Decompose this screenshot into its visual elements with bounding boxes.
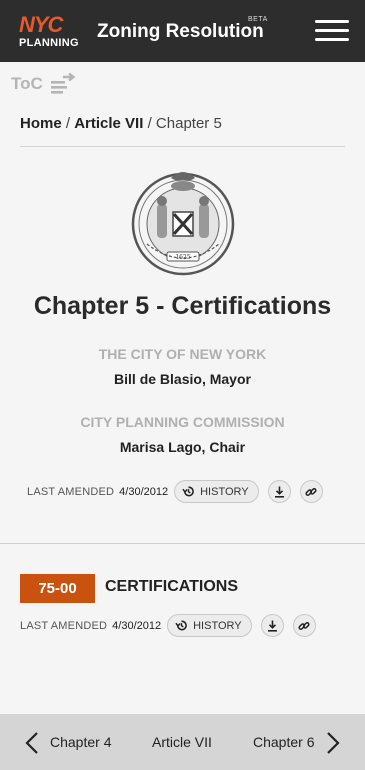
chevron-left-icon[interactable] xyxy=(24,731,40,755)
history-label: HISTORY xyxy=(200,485,249,498)
last-amended-date: 4/30/2012 xyxy=(112,619,162,632)
section-amend-row: LAST AMENDED 4/30/2012 HISTORY xyxy=(20,614,316,637)
last-amended-label: LAST AMENDED xyxy=(20,619,108,632)
next-chapter-link[interactable]: Chapter 6 xyxy=(253,734,314,750)
divider xyxy=(0,543,365,544)
logo-nyc-text: NYC xyxy=(19,12,63,37)
breadcrumb-current: Chapter 5 xyxy=(155,115,222,132)
beta-badge: BETA xyxy=(248,16,268,23)
download-icon xyxy=(274,486,284,498)
toc-toggle-icon xyxy=(50,73,76,94)
prev-chapter-link[interactable]: Chapter 4 xyxy=(50,734,111,750)
history-icon xyxy=(182,486,195,497)
app-header: NYC PLANNING Zoning Resolution BETA xyxy=(0,0,365,62)
link-icon xyxy=(305,487,317,496)
breadcrumb-home[interactable]: Home xyxy=(20,115,62,132)
hamburger-icon[interactable] xyxy=(315,20,349,42)
history-icon xyxy=(175,620,188,631)
section-title: CERTIFICATIONS xyxy=(105,578,239,595)
breadcrumb-separator: / xyxy=(147,115,152,132)
last-amended-label: LAST AMENDED xyxy=(27,485,115,498)
mayor-name: Bill de Blasio, Mayor xyxy=(114,371,251,387)
history-button[interactable]: HISTORY xyxy=(167,614,252,637)
copy-link-button[interactable] xyxy=(299,480,323,503)
breadcrumb-article[interactable]: Article VII xyxy=(74,115,143,132)
download-button[interactable] xyxy=(260,614,284,637)
history-label: HISTORY xyxy=(193,619,242,632)
chevron-right-icon[interactable] xyxy=(325,731,341,755)
nyc-seal-image: 1625 xyxy=(131,172,235,276)
app-title[interactable]: Zoning Resolution xyxy=(97,21,264,43)
svg-text:1625: 1625 xyxy=(175,254,190,261)
chair-name: Marisa Lago, Chair xyxy=(119,439,246,455)
download-icon xyxy=(267,620,277,632)
toc-toggle-button[interactable]: ToC xyxy=(11,73,77,95)
chapter-title: Chapter 5 - Certifications xyxy=(33,292,332,320)
download-button[interactable] xyxy=(267,480,291,503)
history-button[interactable]: HISTORY xyxy=(174,480,259,503)
link-icon xyxy=(298,621,310,630)
logo-planning-text: PLANNING xyxy=(19,37,79,49)
copy-link-button[interactable] xyxy=(292,614,316,637)
chapter-amend-row: LAST AMENDED 4/30/2012 HISTORY xyxy=(27,480,323,503)
breadcrumb: Home / Article VII / Chapter 5 xyxy=(20,115,222,132)
nyc-planning-logo[interactable]: NYC PLANNING xyxy=(19,12,79,50)
footer-navigation: Chapter 4 Article VII Chapter 6 xyxy=(0,714,365,770)
last-amended-date: 4/30/2012 xyxy=(119,485,169,498)
toc-label: ToC xyxy=(11,74,43,93)
article-link[interactable]: Article VII xyxy=(152,734,212,750)
section-number-badge[interactable]: 75-00 xyxy=(20,574,95,603)
city-name: THE CITY OF NEW YORK xyxy=(98,346,267,362)
commission-name: CITY PLANNING COMMISSION xyxy=(80,414,285,430)
divider xyxy=(20,146,345,147)
breadcrumb-separator: / xyxy=(65,115,71,132)
